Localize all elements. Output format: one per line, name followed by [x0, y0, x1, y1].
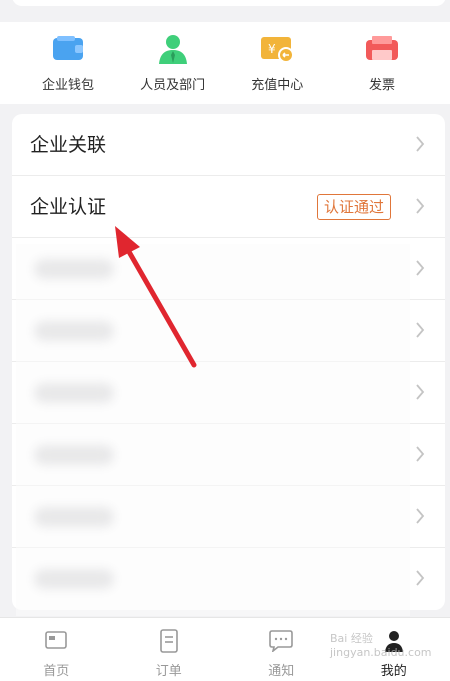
- chevron-right-icon: [416, 508, 425, 524]
- chevron-right-icon: [416, 446, 425, 462]
- quick-item-recharge[interactable]: ¥ 充值中心: [229, 22, 325, 104]
- notification-icon: [268, 628, 294, 654]
- nav-label: 通知: [268, 664, 295, 679]
- quick-actions: 企业钱包 人员及部门 ¥ 充值中心 发票: [0, 22, 450, 104]
- quick-item-label: 发票: [368, 78, 395, 93]
- chevron-right-icon: [416, 570, 425, 586]
- chevron-right-icon: [416, 260, 425, 276]
- quick-item-wallet[interactable]: 企业钱包: [20, 22, 116, 104]
- blur-overlay: [16, 244, 410, 616]
- list-item-title: 企业关联: [30, 134, 107, 156]
- nav-home[interactable]: 首页: [11, 618, 101, 681]
- top-card: [12, 0, 446, 6]
- watermark: Bai 经验 jingyan.baidu.com: [330, 632, 432, 659]
- status-badge: 认证通过: [316, 194, 391, 220]
- chevron-right-icon: [416, 136, 425, 152]
- nav-label: 首页: [43, 664, 70, 679]
- nav-notifications[interactable]: 通知: [236, 618, 326, 681]
- quick-item-people[interactable]: 人员及部门: [125, 22, 221, 104]
- chevron-right-icon: [416, 198, 425, 214]
- nav-label: 我的: [380, 664, 407, 679]
- list-item-enterprise-link[interactable]: 企业关联: [12, 114, 445, 176]
- wallet-icon: [50, 32, 86, 66]
- people-department-icon: [155, 32, 191, 66]
- order-icon: [156, 628, 182, 654]
- home-icon: [43, 628, 69, 654]
- nav-orders[interactable]: 订单: [124, 618, 214, 681]
- quick-item-label: 人员及部门: [140, 78, 206, 93]
- list-item-enterprise-certification[interactable]: 企业认证 认证通过: [12, 176, 445, 238]
- chevron-right-icon: [416, 322, 425, 338]
- svg-text:¥: ¥: [268, 42, 276, 56]
- quick-item-label: 企业钱包: [41, 78, 94, 93]
- quick-item-label: 充值中心: [251, 78, 304, 93]
- chevron-right-icon: [416, 384, 425, 400]
- quick-item-invoice[interactable]: 发票: [334, 22, 430, 104]
- list-item-title: 企业认证: [30, 196, 107, 218]
- nav-label: 订单: [155, 664, 182, 679]
- invoice-icon: [364, 32, 400, 66]
- recharge-icon: ¥: [259, 32, 295, 66]
